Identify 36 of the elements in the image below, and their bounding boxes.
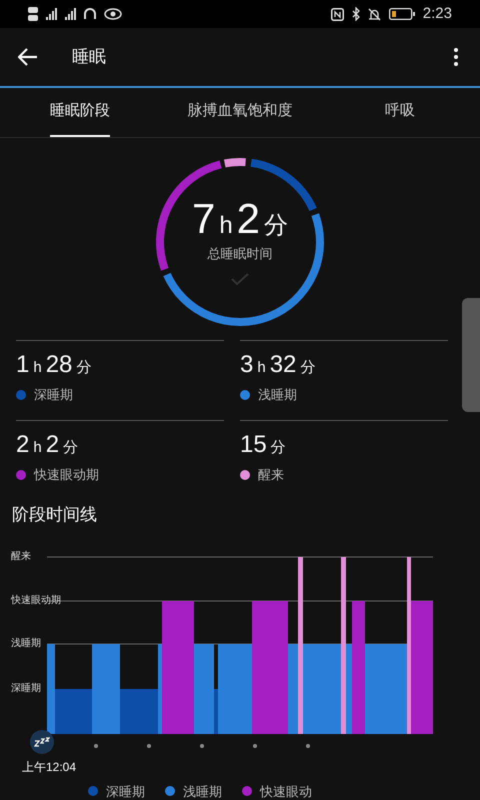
hd-icon <box>28 7 38 21</box>
legend-label: 浅睡期 <box>183 782 222 800</box>
stage-axis-label: 醒来 <box>11 552 31 562</box>
stage-axis-label: 浅睡期 <box>11 638 41 648</box>
stage-label: 深睡期 <box>34 386 73 404</box>
duration-value: 2 h 2 分 <box>16 433 80 457</box>
muted-bell-icon <box>368 8 381 20</box>
start-time: 上午12:04 <box>22 758 78 776</box>
duration-value: 3 h 32 分 <box>240 353 316 377</box>
back-arrow-icon <box>18 48 38 66</box>
duration-value: 15 分 <box>240 433 287 457</box>
stage-axis-label: 快速眼动期 <box>11 596 61 606</box>
tab[interactable]: 脉搏血氧饱和度 <box>160 88 320 137</box>
stage-label: 浅睡期 <box>258 386 297 404</box>
clock: 2:23 <box>422 4 452 24</box>
duration-value: 1 h 28 分 <box>16 353 92 377</box>
sleep-zzz-icon <box>34 736 50 746</box>
check-icon <box>230 272 250 286</box>
timeline-title: 阶段时间线 <box>11 504 98 526</box>
signal-icon <box>46 8 57 20</box>
page-title: 睡眠 <box>72 46 106 68</box>
stage-label: 醒来 <box>258 466 284 484</box>
tab[interactable]: 睡眠阶段 <box>0 88 160 137</box>
nfc-icon <box>330 8 344 20</box>
bluetooth-icon <box>352 7 360 21</box>
total-sleep-caption: 总睡眠时间 <box>208 245 272 264</box>
battery-icon <box>388 8 415 20</box>
tab[interactable]: 呼吸 <box>320 88 480 137</box>
eye-icon <box>104 8 122 20</box>
stage-label: 快速眼动期 <box>34 466 99 484</box>
legend-label: 深睡期 <box>106 782 145 800</box>
duration-value: 7 h 2 分 <box>192 198 288 240</box>
stage-axis-label: 深睡期 <box>11 684 41 694</box>
signal-icon <box>65 8 76 20</box>
legend-label: 快速眼动 <box>260 782 312 800</box>
headphones-icon <box>84 8 96 20</box>
